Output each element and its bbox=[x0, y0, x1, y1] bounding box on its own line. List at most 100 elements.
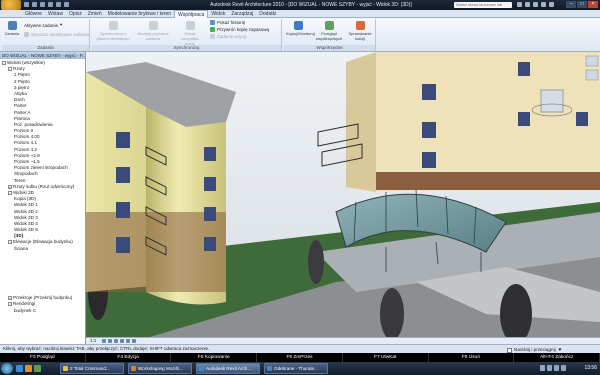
taskbar-item[interactable]: 2 Total Command... bbox=[60, 363, 124, 374]
3d-view-icon[interactable] bbox=[64, 2, 69, 7]
3d-viewport[interactable] bbox=[86, 52, 600, 344]
windows-taskbar: 2 Total Command... Workshaping Mozilli...… bbox=[0, 362, 600, 375]
backup-icon bbox=[210, 27, 215, 32]
view-scale[interactable]: 1:1 bbox=[90, 338, 96, 343]
favorites-icon[interactable] bbox=[541, 2, 546, 7]
search-icon[interactable] bbox=[517, 2, 522, 7]
editing-requests-button[interactable]: Żądanie edycji bbox=[210, 34, 246, 39]
relinquish-all-button[interactable]: Pokaż wszystkie mogę bbox=[176, 21, 204, 46]
search-input[interactable]: Wpisz słowo kluczowe lub frazę bbox=[454, 2, 512, 13]
subscription-icon[interactable] bbox=[525, 2, 530, 7]
function-key[interactable]: F3 Podgląd bbox=[0, 353, 86, 362]
history-icon bbox=[210, 20, 215, 25]
project-browser-title: DO WIZUAL - NOWE SZYBY - wyjsć - P... bbox=[0, 52, 85, 59]
temporary-hide-icon[interactable] bbox=[125, 338, 130, 343]
language-icon[interactable] bbox=[561, 365, 566, 371]
tree-node[interactable]: budynek C bbox=[0, 308, 85, 314]
taskbar-item[interactable]: Autodesk Revit Arch... bbox=[196, 363, 260, 374]
help-icon[interactable] bbox=[549, 2, 554, 7]
tree-node-label: Piwnica bbox=[14, 115, 30, 121]
ribbon-tab[interactable]: Zarządzaj bbox=[228, 10, 256, 18]
taskbar-item-label: Autodesk Revit Arch... bbox=[206, 366, 252, 371]
tree-node-label: Poz. posadowienia bbox=[14, 121, 53, 127]
start-button[interactable] bbox=[1, 363, 13, 374]
clock[interactable]: 13:56 bbox=[584, 365, 597, 371]
ribbon-tabs: Główne Wstaw Opisz Zmień Modelowanie bryłowe… bbox=[0, 10, 600, 18]
show-history-button[interactable]: Pokaż historię bbox=[210, 20, 245, 25]
antivirus-icon[interactable] bbox=[554, 365, 559, 371]
show-desktop-icon[interactable] bbox=[16, 365, 23, 372]
communication-icon[interactable] bbox=[533, 2, 538, 7]
window-title: Autodesk Revit Architecture 2010 - [DO W… bbox=[210, 2, 412, 8]
sync-central-button[interactable]: Synchronizuj z plikiem centralnym bbox=[96, 21, 130, 41]
ribbon-tab[interactable]: Opisz bbox=[66, 10, 85, 18]
ribbon-tab[interactable]: Główne bbox=[22, 10, 45, 18]
shadows-icon[interactable] bbox=[113, 338, 118, 343]
firefox-icon[interactable] bbox=[25, 365, 32, 372]
worksets-button[interactable]: Zadania bbox=[4, 21, 20, 36]
visual-style-icon[interactable] bbox=[107, 338, 112, 343]
close-button[interactable]: × bbox=[588, 1, 598, 8]
taskbar-item[interactable]: Workshaping Mozilli... bbox=[128, 363, 192, 374]
restore-backup-button[interactable]: Przywróć kopię zapasową bbox=[210, 27, 269, 32]
reveal-hidden-icon[interactable] bbox=[131, 338, 136, 343]
collapse-icon[interactable]: - bbox=[2, 60, 6, 65]
open-icon[interactable] bbox=[24, 2, 29, 7]
maximize-button[interactable]: □ bbox=[577, 1, 587, 8]
app-icon bbox=[267, 366, 272, 371]
interference-icon bbox=[355, 21, 365, 30]
building-model-render[interactable] bbox=[86, 52, 600, 344]
status-bar: Kliknij, aby wybrać; naciśnij klawisz TA… bbox=[0, 344, 600, 353]
function-key[interactable]: F5 Kopiowanie bbox=[171, 353, 258, 362]
explorer-icon[interactable] bbox=[34, 365, 41, 372]
function-key[interactable]: Alt+F4 Zakończ bbox=[514, 353, 600, 362]
reload-latest-button[interactable]: Wczytaj prywatne zadania bbox=[136, 21, 170, 41]
collapse-icon[interactable]: - bbox=[8, 240, 12, 245]
function-key[interactable]: F8 Usuń bbox=[429, 353, 515, 362]
tree-node-label: Poziom ~2.8 bbox=[14, 152, 40, 158]
detail-level-icon[interactable] bbox=[101, 338, 106, 343]
ribbon-tab[interactable]: Zmień bbox=[85, 10, 105, 18]
save-icon[interactable] bbox=[32, 2, 37, 7]
ribbon-tab[interactable]: Dodatki bbox=[256, 10, 279, 18]
interference-check-button[interactable]: Sprawdzanie kolizji bbox=[346, 21, 374, 41]
chevron-down-icon: ▾ bbox=[60, 22, 63, 27]
collapse-icon[interactable]: - bbox=[8, 190, 12, 195]
network-icon[interactable] bbox=[540, 365, 545, 371]
taskbar-item[interactable]: Odebrane - Thunde... bbox=[264, 363, 328, 374]
tree-node[interactable]: - Elewacje (Elewacja budynku) bbox=[0, 239, 85, 245]
coordination-review-button[interactable]: Przegląd współrzędnych bbox=[314, 21, 344, 41]
function-key[interactable]: F4 Edycja bbox=[86, 353, 172, 362]
expand-icon[interactable]: + bbox=[8, 184, 12, 189]
ribbon-tab[interactable]: Modelowanie bryłowe i teren bbox=[105, 10, 174, 18]
application-menu-button[interactable] bbox=[1, 0, 21, 10]
ribbon-tab[interactable]: Współpraca bbox=[174, 10, 209, 18]
steering-wheel-icon[interactable] bbox=[585, 55, 599, 67]
worksets-group: Zadania Aktywne zadanie ▾ Wyszarz nieakt… bbox=[2, 19, 90, 51]
reload-icon bbox=[148, 21, 158, 30]
collapse-icon[interactable]: - bbox=[8, 302, 12, 307]
tree-node-label: Widoki (wszystkie) bbox=[7, 60, 45, 65]
gray-inactive-worksets-button[interactable]: Wyszarz nieaktywne zadania bbox=[24, 32, 89, 37]
function-key[interactable]: F6 ZmPrzes bbox=[257, 353, 343, 362]
redo-icon[interactable] bbox=[48, 2, 53, 7]
tree-node-label: Renderingi bbox=[13, 301, 36, 307]
ribbon-tab[interactable]: Widok bbox=[208, 10, 228, 18]
function-key[interactable]: F7 UtwKat bbox=[343, 353, 429, 362]
viewcube-icon[interactable] bbox=[540, 89, 564, 113]
minimize-button[interactable]: – bbox=[566, 1, 576, 8]
copy-monitor-button[interactable]: Kopiuj/Monitoruj bbox=[286, 21, 315, 36]
project-tree: - Widoki (wszystkie) - Rzuty 1 Piętro 2 Piętr… bbox=[0, 59, 85, 314]
tree-node-label: Attyka bbox=[14, 90, 27, 96]
press-drag-checkbox[interactable] bbox=[507, 347, 512, 353]
undo-icon[interactable] bbox=[40, 2, 45, 7]
collapse-icon[interactable]: - bbox=[8, 66, 12, 71]
crop-region-icon[interactable] bbox=[119, 338, 124, 343]
review-icon bbox=[324, 21, 334, 30]
measure-icon[interactable] bbox=[56, 2, 61, 7]
zoom-icon[interactable] bbox=[585, 69, 599, 81]
ribbon-tab[interactable]: Wstaw bbox=[45, 10, 66, 18]
volume-icon[interactable] bbox=[547, 365, 552, 371]
expand-icon[interactable]: + bbox=[8, 295, 12, 300]
active-workset-dropdown[interactable]: Aktywne zadanie ▾ bbox=[24, 22, 62, 28]
